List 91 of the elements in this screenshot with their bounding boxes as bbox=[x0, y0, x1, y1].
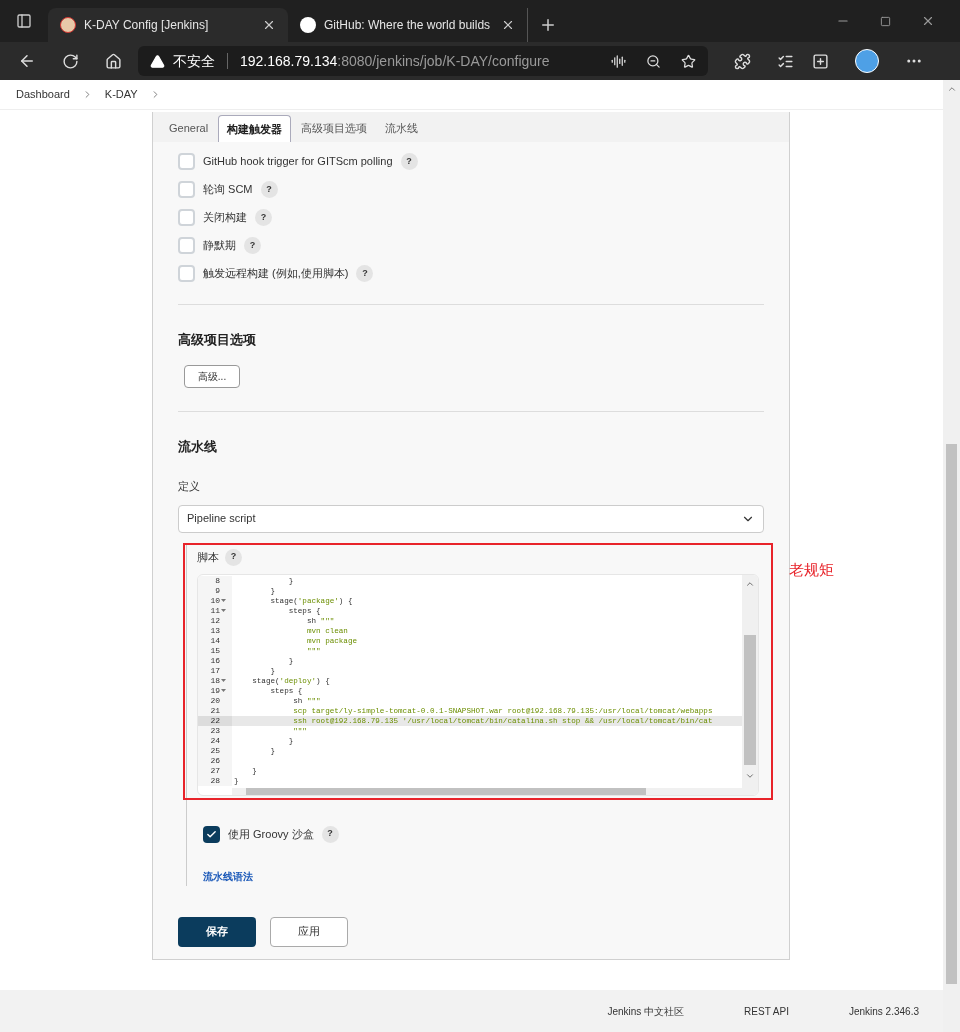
checkbox[interactable] bbox=[203, 825, 220, 843]
new-tab-icon[interactable] bbox=[539, 16, 557, 34]
form-tab[interactable]: 流水线 bbox=[377, 115, 427, 142]
checkbox[interactable] bbox=[178, 265, 195, 282]
help-icon[interactable]: ? bbox=[260, 181, 278, 198]
footer-link[interactable]: Jenkins 2.346.3 bbox=[848, 1003, 919, 1019]
line-number: 17 bbox=[210, 665, 220, 676]
zoom-out-icon[interactable] bbox=[646, 53, 661, 69]
help-icon[interactable]: ? bbox=[321, 825, 339, 843]
annotation-text: 老规矩 bbox=[789, 559, 834, 580]
fold-arrow-icon[interactable] bbox=[220, 609, 226, 612]
url-host: 192.168.79.134 bbox=[240, 51, 338, 71]
line-number: 20 bbox=[210, 695, 220, 706]
apply-button[interactable]: 应用 bbox=[270, 916, 348, 947]
line-number: 18 bbox=[210, 675, 220, 686]
line-number: 21 bbox=[210, 705, 220, 716]
breadcrumb-link[interactable]: K-DAY bbox=[104, 86, 138, 103]
syntax-link[interactable]: 流水线语法 bbox=[203, 868, 253, 884]
favorite-icon[interactable] bbox=[681, 53, 696, 69]
definition-select[interactable]: Pipeline script bbox=[178, 504, 764, 533]
checkbox-label: GitHub hook trigger for GITScm polling bbox=[203, 154, 393, 170]
footer-link[interactable]: Jenkins 中文社区 bbox=[607, 1003, 685, 1019]
tab-actions-icon[interactable] bbox=[16, 13, 32, 29]
url-path: :8080/jenkins/job/K-DAY/configure bbox=[337, 51, 550, 71]
line-number: 8 bbox=[215, 575, 220, 586]
home-icon[interactable] bbox=[105, 52, 122, 70]
collections-icon[interactable] bbox=[812, 52, 829, 70]
line-number: 13 bbox=[210, 625, 220, 636]
extensions-icon[interactable] bbox=[734, 52, 751, 70]
checkbox-label: 静默期 bbox=[203, 238, 236, 254]
fold-arrow-icon[interactable] bbox=[220, 679, 226, 682]
line-number: 25 bbox=[210, 745, 220, 756]
checkbox-label: 使用 Groovy 沙盒 bbox=[228, 826, 314, 842]
form-tab[interactable]: 高级项目选项 bbox=[293, 115, 376, 142]
line-number: 22 bbox=[210, 715, 220, 726]
close-icon[interactable] bbox=[262, 18, 276, 32]
breadcrumb-link[interactable]: Dashboard bbox=[16, 86, 70, 103]
tab-title: GitHub: Where the world builds bbox=[324, 17, 492, 34]
checkbox[interactable] bbox=[178, 237, 195, 254]
vertical-scrollbar[interactable] bbox=[742, 574, 758, 795]
line-number: 26 bbox=[210, 755, 220, 766]
page-scrollbar[interactable] bbox=[943, 80, 960, 1032]
line-number: 15 bbox=[210, 645, 220, 656]
reload-icon[interactable] bbox=[62, 52, 79, 70]
advanced-button[interactable]: 高级... bbox=[184, 364, 240, 388]
check-icon bbox=[206, 828, 217, 840]
close-icon[interactable] bbox=[501, 18, 515, 32]
profile-avatar[interactable] bbox=[855, 49, 879, 73]
line-number: 23 bbox=[210, 725, 220, 736]
form-tab[interactable]: General bbox=[161, 115, 217, 142]
line-number: 11 bbox=[210, 605, 220, 616]
help-icon[interactable]: ? bbox=[400, 153, 418, 170]
checkbox[interactable] bbox=[178, 153, 195, 170]
line-number: 19 bbox=[210, 685, 220, 696]
line-number: 28 bbox=[210, 775, 220, 786]
line-number: 14 bbox=[210, 635, 220, 646]
maximize-icon[interactable] bbox=[880, 15, 891, 27]
form-tab[interactable]: 构建触发器 bbox=[218, 115, 292, 142]
line-number: 12 bbox=[210, 615, 220, 626]
help-icon[interactable]: ? bbox=[255, 209, 272, 226]
line-number: 27 bbox=[210, 765, 220, 776]
checkbox[interactable] bbox=[178, 181, 195, 198]
browser-tab[interactable]: K-DAY Config [Jenkins] bbox=[48, 8, 288, 42]
back-icon[interactable] bbox=[18, 52, 36, 70]
fold-arrow-icon[interactable] bbox=[220, 689, 226, 692]
warning-icon bbox=[150, 53, 165, 69]
save-button[interactable]: 保存 bbox=[178, 916, 256, 947]
tab-title: K-DAY Config [Jenkins] bbox=[84, 17, 210, 34]
section-heading: 高级项目选项 bbox=[178, 331, 257, 349]
checkbox-label: 轮询 SCM bbox=[203, 182, 253, 198]
close-icon[interactable] bbox=[921, 14, 935, 28]
field-label: 脚本 bbox=[197, 549, 219, 565]
security-label: 不安全 bbox=[173, 51, 215, 71]
fold-arrow-icon[interactable] bbox=[220, 599, 226, 602]
checkbox-label: 触发远程构建 (例如,使用脚本) bbox=[203, 266, 349, 282]
help-icon[interactable]: ? bbox=[244, 237, 261, 254]
line-number: 10 bbox=[210, 595, 220, 606]
line-number: 24 bbox=[210, 735, 220, 746]
help-icon[interactable]: ? bbox=[225, 548, 242, 566]
help-icon[interactable]: ? bbox=[356, 265, 374, 282]
address-bar[interactable]: 不安全 192.168.79.134:8080/jenkins/job/K-DAY/configure bbox=[138, 46, 708, 76]
read-aloud-icon[interactable] bbox=[611, 53, 626, 69]
line-number: 9 bbox=[215, 585, 220, 596]
footer-link[interactable]: REST API bbox=[744, 1003, 789, 1019]
checkbox[interactable] bbox=[178, 209, 195, 226]
checkbox-label: 关闭构建 bbox=[203, 210, 247, 226]
field-label: 定义 bbox=[178, 479, 201, 494]
scroll-up-icon[interactable] bbox=[946, 84, 957, 94]
line-number: 16 bbox=[210, 655, 220, 666]
horizontal-scrollbar[interactable] bbox=[232, 787, 742, 795]
section-heading: 流水线 bbox=[178, 437, 218, 456]
